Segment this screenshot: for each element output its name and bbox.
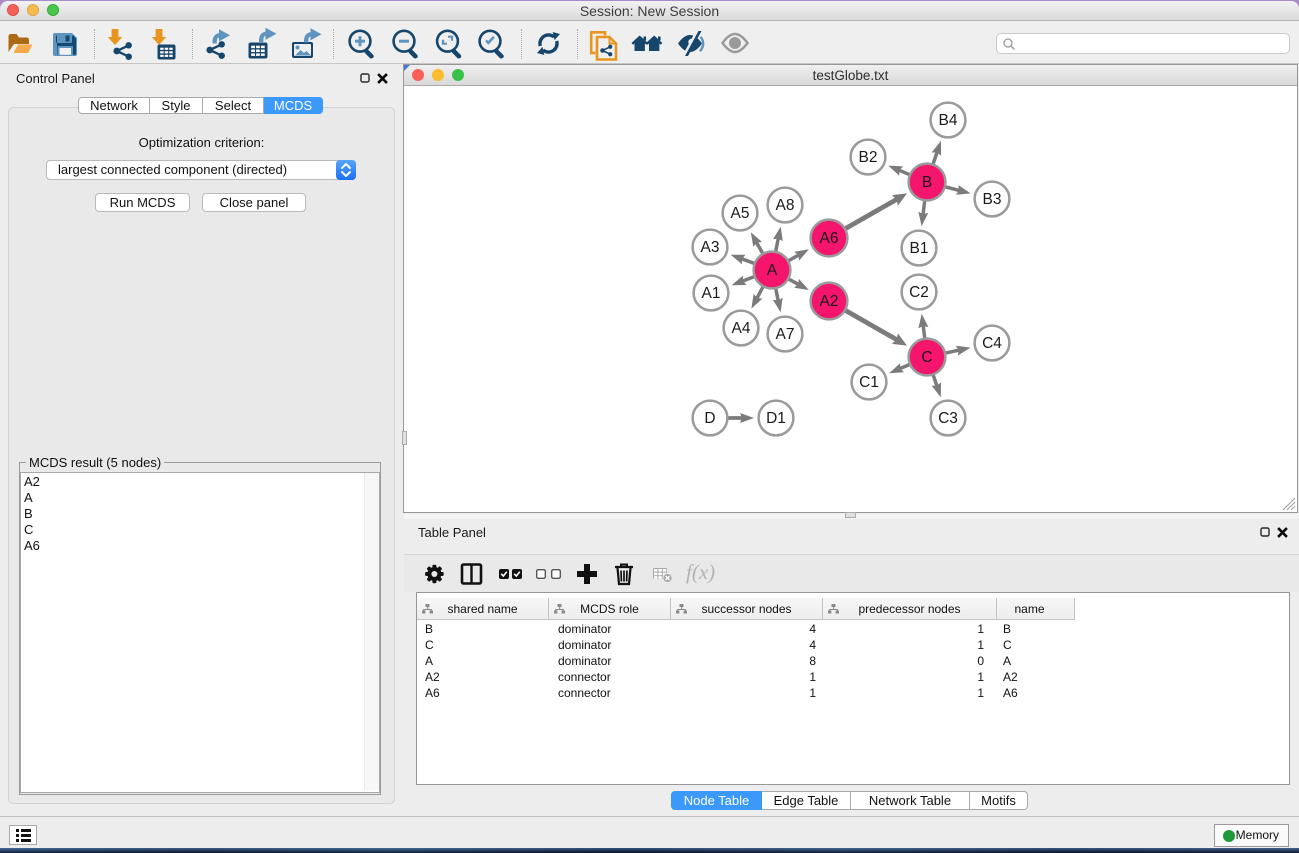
- svg-text:A8: A8: [776, 197, 795, 214]
- svg-text:A4: A4: [732, 320, 751, 337]
- svg-text:D: D: [704, 410, 715, 427]
- svg-text:C1: C1: [859, 374, 879, 391]
- svg-text:C2: C2: [909, 284, 929, 301]
- svg-text:B1: B1: [910, 240, 929, 257]
- svg-text:B2: B2: [859, 149, 878, 166]
- svg-text:A7: A7: [776, 326, 795, 343]
- svg-text:A3: A3: [701, 239, 720, 256]
- svg-text:B4: B4: [939, 112, 958, 129]
- svg-text:C: C: [921, 349, 932, 366]
- svg-text:A1: A1: [702, 285, 721, 302]
- svg-text:A2: A2: [820, 293, 839, 310]
- svg-text:A5: A5: [731, 205, 750, 222]
- svg-text:C4: C4: [982, 335, 1002, 352]
- svg-text:C3: C3: [938, 410, 958, 427]
- svg-text:B3: B3: [983, 191, 1002, 208]
- svg-text:A6: A6: [820, 230, 839, 247]
- svg-text:A: A: [767, 262, 778, 279]
- svg-text:B: B: [922, 174, 932, 191]
- svg-text:D1: D1: [766, 410, 786, 427]
